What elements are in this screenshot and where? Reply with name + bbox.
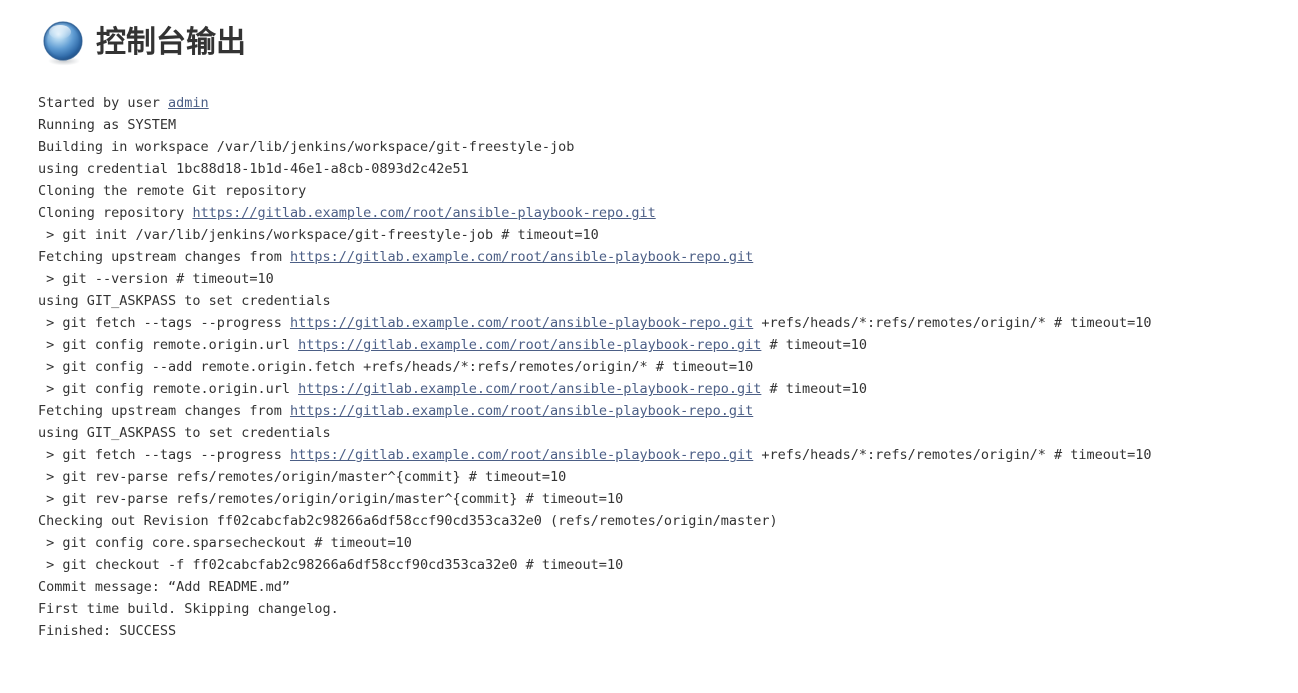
console-link[interactable]: https://gitlab.example.com/root/ansible-…	[290, 249, 753, 265]
console-line: Finished: SUCCESS	[38, 620, 1298, 642]
console-text: using GIT_ASKPASS to set credentials	[38, 293, 331, 309]
console-link[interactable]: https://gitlab.example.com/root/ansible-…	[298, 381, 761, 397]
console-text: > git config remote.origin.url	[38, 381, 299, 397]
console-line: > git config remote.origin.url https://g…	[38, 334, 1298, 356]
console-text: Finished: SUCCESS	[38, 623, 177, 639]
console-text: > git checkout -f ff02cabcfab2c98266a6df…	[38, 557, 624, 573]
console-text: > git --version # timeout=10	[38, 271, 274, 287]
console-line: using GIT_ASKPASS to set credentials	[38, 290, 1298, 312]
console-line: Running as SYSTEM	[38, 114, 1298, 136]
console-text: Commit message: “Add README.md”	[38, 579, 290, 595]
console-link[interactable]: https://gitlab.example.com/root/ansible-…	[290, 447, 753, 463]
console-text: # timeout=10	[761, 337, 868, 353]
console-text: Running as SYSTEM	[38, 117, 177, 133]
console-line: Commit message: “Add README.md”	[38, 576, 1298, 598]
console-link[interactable]: https://gitlab.example.com/root/ansible-…	[192, 205, 655, 221]
console-line: > git rev-parse refs/remotes/origin/mast…	[38, 466, 1298, 488]
console-text: +refs/heads/*:refs/remotes/origin/* # ti…	[753, 447, 1152, 463]
console-text: Cloning the remote Git repository	[38, 183, 307, 199]
console-text: Cloning repository	[38, 205, 193, 221]
console-link[interactable]: https://gitlab.example.com/root/ansible-…	[298, 337, 761, 353]
console-text: using GIT_ASKPASS to set credentials	[38, 425, 331, 441]
console-line: > git fetch --tags --progress https://gi…	[38, 444, 1298, 466]
page-header: 控制台输出	[0, 0, 1298, 72]
console-link[interactable]: admin	[168, 95, 209, 111]
console-line: Building in workspace /var/lib/jenkins/w…	[38, 136, 1298, 158]
console-text: using credential 1bc88d18-1b1d-46e1-a8cb…	[38, 161, 469, 177]
console-text: > git fetch --tags --progress	[38, 315, 290, 331]
console-text: > git init /var/lib/jenkins/workspace/gi…	[38, 227, 599, 243]
console-text: > git rev-parse refs/remotes/origin/mast…	[38, 469, 567, 485]
console-text: Fetching upstream changes from	[38, 249, 290, 265]
console-output: Started by user admin Running as SYSTEM Bu…	[0, 92, 1298, 642]
console-line: using credential 1bc88d18-1b1d-46e1-a8cb…	[38, 158, 1298, 180]
page-title: 控制台输出	[96, 25, 246, 60]
console-line: Started by user admin	[38, 92, 1298, 114]
blue-sphere-icon	[40, 19, 88, 67]
console-line: Cloning the remote Git repository	[38, 180, 1298, 202]
console-line: > git rev-parse refs/remotes/origin/orig…	[38, 488, 1298, 510]
console-text: > git config remote.origin.url	[38, 337, 299, 353]
console-text: > git fetch --tags --progress	[38, 447, 290, 463]
console-text: Building in workspace /var/lib/jenkins/w…	[38, 139, 575, 155]
console-line: Fetching upstream changes from https://g…	[38, 400, 1298, 422]
console-text: Fetching upstream changes from	[38, 403, 290, 419]
console-text: # timeout=10	[761, 381, 868, 397]
console-line: > git checkout -f ff02cabcfab2c98266a6df…	[38, 554, 1298, 576]
console-text: +refs/heads/*:refs/remotes/origin/* # ti…	[753, 315, 1152, 331]
console-text: > git config --add remote.origin.fetch +…	[38, 359, 754, 375]
console-line: using GIT_ASKPASS to set credentials	[38, 422, 1298, 444]
console-line: Cloning repository https://gitlab.exampl…	[38, 202, 1298, 224]
console-link[interactable]: https://gitlab.example.com/root/ansible-…	[290, 315, 753, 331]
console-line: First time build. Skipping changelog.	[38, 598, 1298, 620]
console-text: Checking out Revision ff02cabcfab2c98266…	[38, 513, 778, 529]
console-line: > git config --add remote.origin.fetch +…	[38, 356, 1298, 378]
console-text: First time build. Skipping changelog.	[38, 601, 339, 617]
console-text: > git config core.sparsecheckout # timeo…	[38, 535, 412, 551]
console-text: Started by user	[38, 95, 169, 111]
console-line: > git config core.sparsecheckout # timeo…	[38, 532, 1298, 554]
console-line: > git --version # timeout=10	[38, 268, 1298, 290]
console-text: > git rev-parse refs/remotes/origin/orig…	[38, 491, 624, 507]
console-line: > git fetch --tags --progress https://gi…	[38, 312, 1298, 334]
console-line: Fetching upstream changes from https://g…	[38, 246, 1298, 268]
console-line: Checking out Revision ff02cabcfab2c98266…	[38, 510, 1298, 532]
console-line: > git init /var/lib/jenkins/workspace/gi…	[38, 224, 1298, 246]
console-link[interactable]: https://gitlab.example.com/root/ansible-…	[290, 403, 753, 419]
console-line: > git config remote.origin.url https://g…	[38, 378, 1298, 400]
